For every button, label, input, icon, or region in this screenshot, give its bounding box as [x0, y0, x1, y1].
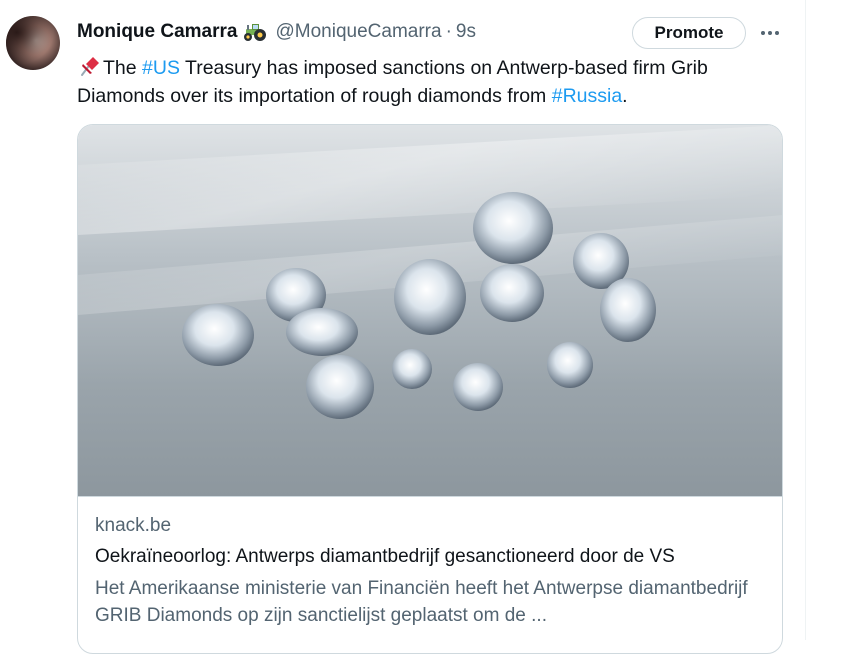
- avatar[interactable]: [6, 16, 60, 70]
- card-domain: knack.be: [95, 515, 172, 536]
- more-options-icon[interactable]: [756, 22, 784, 44]
- diamond-shape: [394, 259, 466, 335]
- pushpin-icon: [77, 55, 101, 77]
- diamond-shape: [306, 355, 374, 419]
- tweet-header: Monique Camarra @MoniqueCamarra · 9s: [77, 19, 476, 45]
- diamond-shape: [182, 304, 254, 366]
- card-description: Het Amerikaanse ministerie van Financiën…: [95, 578, 748, 626]
- timestamp[interactable]: 9s: [456, 21, 476, 43]
- diamond-shape: [547, 342, 593, 388]
- author-handle[interactable]: @MoniqueCamarra: [275, 21, 441, 43]
- separator-dot: ·: [445, 21, 452, 42]
- card-title[interactable]: Oekraïneoorlog: Antwerps diamantbedrijf …: [95, 546, 675, 568]
- tractor-icon: [243, 22, 269, 42]
- diamond-shape: [473, 192, 553, 264]
- diamond-shape: [392, 349, 432, 389]
- tweet-text-part: The: [103, 57, 143, 79]
- card-image-diamonds[interactable]: [78, 125, 782, 496]
- hashtag-link[interactable]: #Russia: [552, 85, 622, 107]
- link-preview-card[interactable]: knack.be Oekraïneoorlog: Antwerps diaman…: [77, 124, 783, 654]
- tweet[interactable]: Monique Camarra @MoniqueCamarra · 9s Pro…: [0, 0, 805, 654]
- diamond-shape: [286, 308, 358, 356]
- author-name[interactable]: Monique Camarra: [77, 21, 237, 43]
- hashtag-link[interactable]: #US: [142, 57, 180, 79]
- tweet-text-part: .: [622, 85, 628, 107]
- diamond-shape: [453, 363, 503, 411]
- right-column-divider: [805, 0, 806, 640]
- promote-button[interactable]: Promote: [632, 17, 746, 49]
- diamond-shape: [600, 278, 656, 342]
- diamond-shape: [480, 264, 544, 322]
- tweet-text: The #US Treasury has imposed sanctions o…: [77, 54, 797, 110]
